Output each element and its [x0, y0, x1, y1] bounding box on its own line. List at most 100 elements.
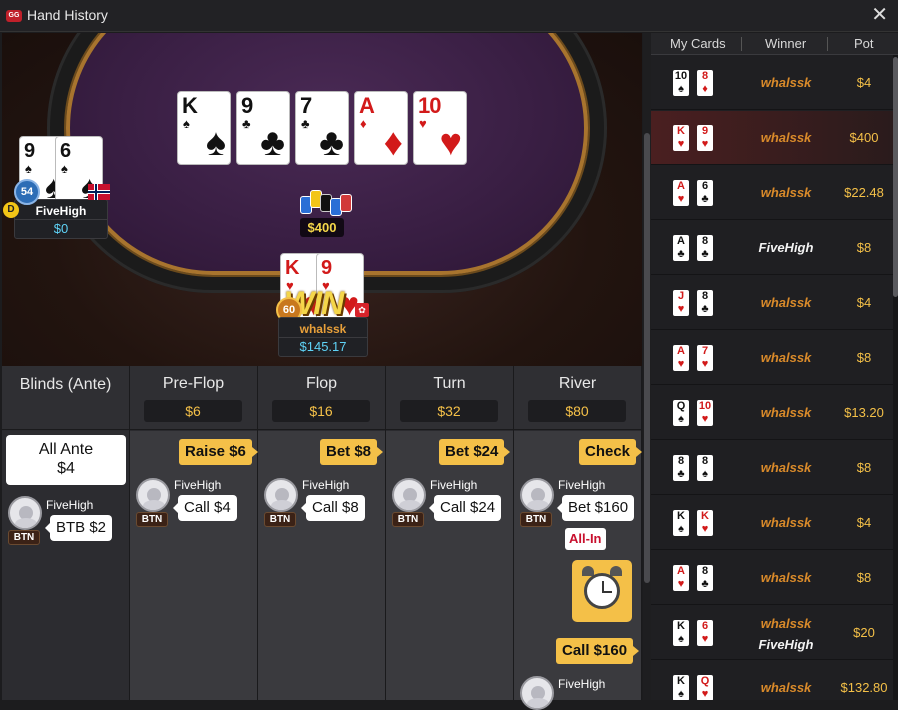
window-title: Hand History	[27, 7, 108, 23]
card-suit-icon: ♥	[677, 193, 685, 205]
history-row[interactable]: K ♥ 9 ♥ whalssk $400	[651, 111, 893, 165]
card-suit-icon: ♥	[701, 523, 709, 535]
row-pot: $8	[856, 240, 872, 255]
mini-card: 10 ♥	[697, 400, 713, 426]
street-flop: Flop $16	[258, 366, 386, 700]
street-title: River	[558, 375, 597, 392]
mini-card: K ♥	[673, 125, 689, 151]
mini-card: 8 ♦	[697, 70, 713, 96]
street-pot: $80	[528, 400, 626, 422]
opponent-action-tag: Check	[579, 439, 643, 465]
left-seat-level-badge: 54	[14, 179, 40, 205]
history-row[interactable]: A ♥ 7 ♥ whalssk $8	[651, 331, 893, 385]
card-suit-icon: ♥	[701, 358, 709, 370]
card-rank: K	[182, 93, 198, 118]
history-row[interactable]: K ♠ K ♥ whalssk $4	[651, 496, 893, 550]
avatar	[520, 676, 554, 710]
bottom-seat-name: whalssk	[299, 322, 347, 336]
history-row[interactable]: K ♠ Q ♥ whalssk $132.80	[651, 661, 893, 700]
card-rank: K	[285, 257, 299, 279]
card-suit-icon: ♥	[701, 138, 709, 150]
card-suit-icon: ♠	[678, 413, 684, 425]
row-pot: $8	[856, 350, 872, 365]
player-name: FiveHigh	[558, 478, 606, 492]
close-icon[interactable]: ✕	[871, 5, 888, 25]
player-name: FiveHigh	[302, 478, 350, 492]
card-suit-icon: ♠	[205, 122, 226, 164]
left-seat-plate: FiveHigh $0	[14, 199, 108, 239]
card-suit-icon: ♣	[319, 122, 344, 164]
ante-label: All Ante	[38, 441, 94, 458]
card-suit-icon: ♣	[701, 248, 709, 260]
all-ante-box: All Ante $4	[6, 435, 126, 485]
mini-card: 6 ♣	[697, 180, 713, 206]
history-row[interactable]: 10 ♠ 8 ♦ whalssk $4	[651, 56, 893, 110]
street-header: River $80	[514, 366, 641, 430]
action-bubble: Call $8	[301, 495, 365, 521]
card-rank: 9	[241, 93, 253, 118]
card-suit-icon: ♥	[677, 138, 685, 150]
history-row[interactable]: Q ♠ 10 ♥ whalssk $13.20	[651, 386, 893, 440]
title-bar: GG Hand History ✕	[0, 0, 898, 32]
card-suit-icon: ♦	[702, 83, 708, 95]
history-row[interactable]: J ♥ 8 ♣ whalssk $4	[651, 276, 893, 330]
table-scrollbar[interactable]	[643, 33, 651, 700]
action-bubble: BTB $2	[44, 515, 113, 541]
action-timeline: Blinds (Ante) Pre-Flop $6 Flop $16 Turn …	[2, 366, 643, 710]
left-seat-name: FiveHigh	[35, 204, 87, 218]
action-bubble: Call $24	[428, 495, 502, 521]
mini-card: J ♥	[673, 290, 689, 316]
chips-icon	[296, 188, 352, 218]
card-suit-icon: ♠	[678, 633, 684, 645]
mini-card: Q ♠	[673, 400, 689, 426]
history-row[interactable]: A ♥ 6 ♣ whalssk $22.48	[651, 166, 893, 220]
header-winner: Winner	[765, 36, 807, 51]
app-logo: GG	[6, 10, 22, 22]
row-winner: whalssk	[760, 75, 812, 90]
card-rank: 9	[24, 140, 35, 162]
row-winner: whalssk	[760, 130, 812, 145]
btn-badge: BTN	[8, 530, 40, 545]
left-seat-stack: $0	[15, 219, 107, 238]
avatar	[520, 478, 554, 512]
street-title: Flop	[305, 375, 338, 392]
mini-card: 9 ♥	[697, 125, 713, 151]
card-suit-icon: ♣	[701, 193, 709, 205]
row-winner: whalssk	[760, 570, 812, 585]
row-pot: $4	[856, 515, 872, 530]
street-pot: $16	[272, 400, 370, 422]
card-suit-icon: ♣	[260, 122, 285, 164]
card-suit-icon: ♠	[25, 161, 32, 176]
card-rank: 6	[60, 140, 71, 162]
mini-card: A ♥	[673, 345, 689, 371]
row-winner: whalssk	[760, 616, 812, 631]
card-suit-icon: ♠	[61, 161, 68, 176]
alarm-clock-icon	[572, 560, 632, 622]
mini-card: 8 ♣	[697, 290, 713, 316]
card-suit-icon: ♦	[383, 122, 403, 164]
poker-table: K♠♠9♣♣7♣♣A♦♦10♥♥ $400 9♠♠6♠♠ FiveHigh $0…	[2, 33, 642, 366]
action-bubble: Call $4	[173, 495, 237, 521]
header-pot: Pot	[854, 36, 874, 51]
mini-card: A ♥	[673, 565, 689, 591]
history-row[interactable]: A ♣ 8 ♣ FiveHigh $8	[651, 221, 893, 275]
street-header: Turn $32	[386, 366, 513, 430]
street-pot: $6	[144, 400, 242, 422]
card-suit-icon: ♦	[360, 116, 367, 131]
history-row[interactable]: K ♠ 6 ♥ whalssk FiveHigh $20	[651, 606, 893, 660]
street-turn: Turn $32	[386, 366, 514, 700]
history-row[interactable]: 8 ♣ 8 ♠ whalssk $8	[651, 441, 893, 495]
row-winner: whalssk	[760, 460, 812, 475]
card-suit-icon: ♠	[678, 523, 684, 535]
card-suit-icon: ♠	[183, 116, 190, 131]
card-suit-icon: ♥	[677, 303, 685, 315]
opponent-action-tag: Bet $8	[320, 439, 384, 465]
street-header: Blinds (Ante)	[2, 366, 129, 430]
row-winner: FiveHigh	[758, 240, 814, 255]
btn-badge: BTN	[520, 512, 552, 527]
opponent-action-tag: Raise $6	[179, 439, 258, 465]
row-pot: $4	[856, 295, 872, 310]
history-scrollbar[interactable]	[893, 55, 898, 700]
history-row[interactable]: A ♥ 8 ♣ whalssk $8	[651, 551, 893, 605]
street-body	[130, 431, 257, 700]
